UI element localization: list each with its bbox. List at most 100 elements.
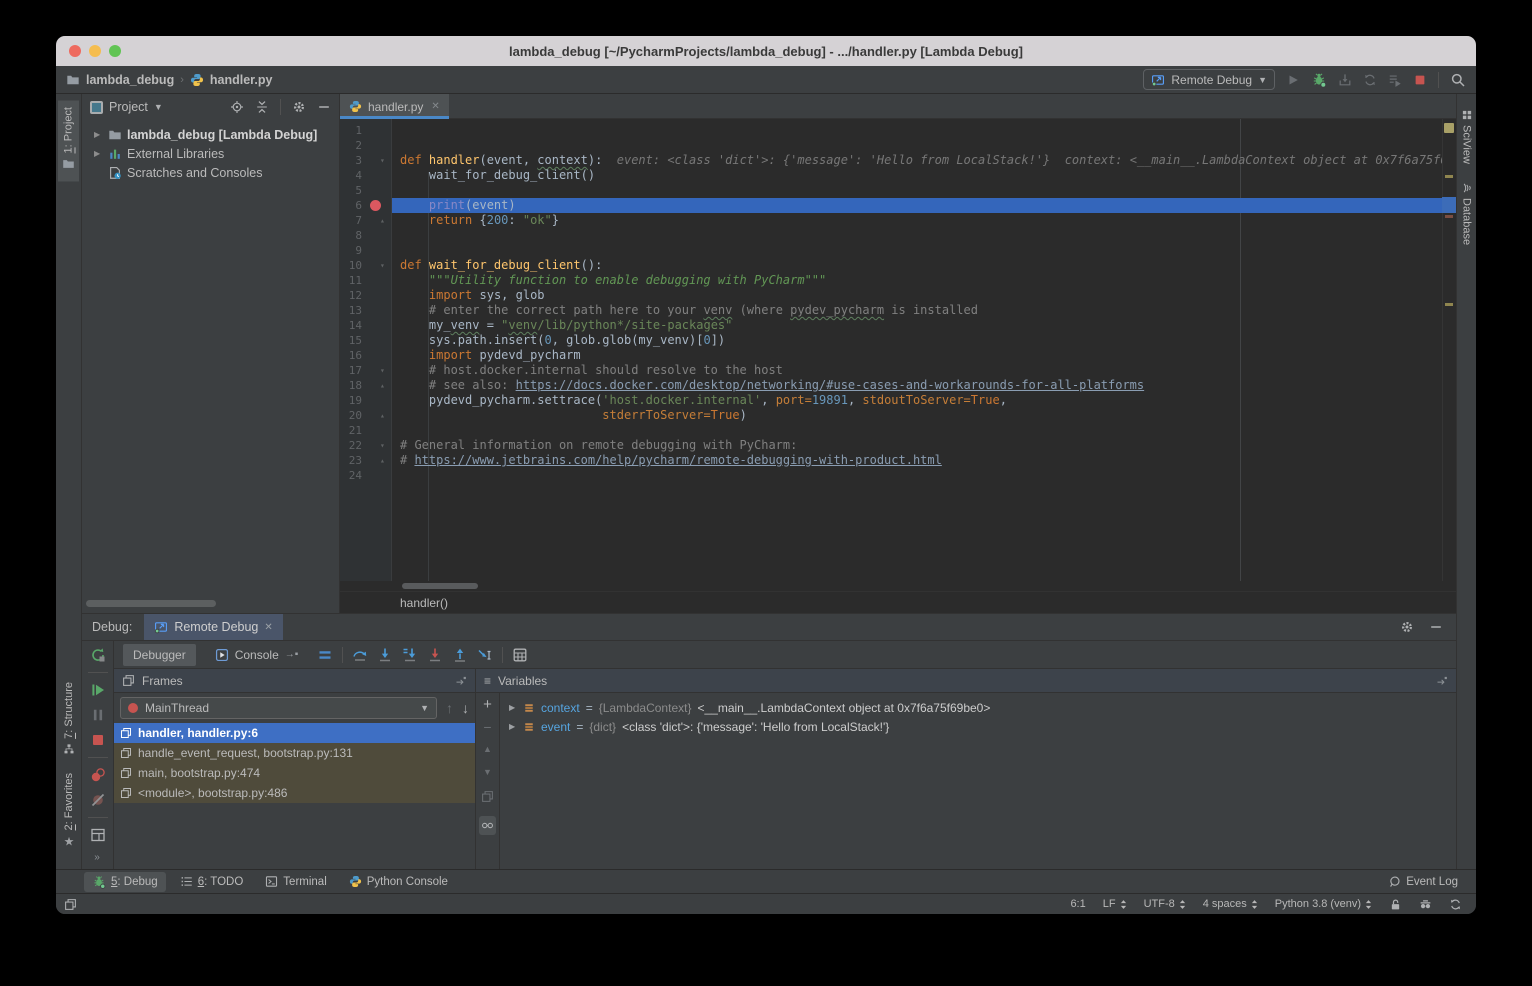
rerun-button[interactable]: [90, 647, 106, 663]
editor-vertical-scrollbar[interactable]: [1442, 119, 1456, 581]
tool-window-button-terminal[interactable]: Terminal: [257, 872, 334, 891]
settings-gear-icon[interactable]: [292, 100, 306, 114]
tool-stripe-sciview[interactable]: SciView: [1457, 98, 1477, 171]
project-panel-title[interactable]: Project: [109, 100, 148, 114]
dracula-mode-icon[interactable]: [1419, 898, 1432, 911]
inspection-indicator[interactable]: [1444, 123, 1454, 133]
expand-arrow-icon[interactable]: ▶: [509, 703, 517, 712]
mute-breakpoints-button[interactable]: [90, 792, 106, 808]
search-everywhere-icon[interactable]: [1450, 72, 1466, 88]
run-config-select[interactable]: Remote Debug ▼: [1143, 69, 1275, 90]
restore-layout-button[interactable]: [90, 827, 106, 843]
breadcrumb-file[interactable]: handler.py: [210, 73, 273, 87]
close-tab-icon[interactable]: ✕: [431, 101, 439, 112]
fold-marker-icon[interactable]: ▾: [380, 363, 385, 378]
tab-debugger[interactable]: Debugger: [123, 644, 196, 666]
move-up-button[interactable]: ▲: [483, 744, 492, 754]
pause-button[interactable]: [90, 707, 106, 723]
tree-item-project-root[interactable]: ▶ lambda_debug [Lambda Debug]: [82, 125, 339, 144]
tool-stripe-database[interactable]: Database: [1457, 171, 1477, 252]
interpreter-widget[interactable]: Python 3.8 (venv): [1275, 898, 1372, 910]
event-log-button[interactable]: Event Log: [1380, 872, 1466, 891]
more-actions-chevron[interactable]: »: [94, 852, 101, 863]
thread-select[interactable]: MainThread ▼: [120, 697, 437, 719]
tree-item-external-libraries[interactable]: ▶ External Libraries: [82, 144, 339, 163]
caret-position-widget[interactable]: 6:1: [1070, 898, 1085, 910]
breadcrumb-project[interactable]: lambda_debug: [86, 73, 174, 87]
tool-window-button-python-console[interactable]: Python Console: [341, 872, 456, 891]
next-frame-button[interactable]: ↓: [462, 700, 469, 716]
variable-row[interactable]: ▶event = {dict} <class 'dict'>: {'messag…: [500, 717, 1456, 736]
step-into-my-code-button[interactable]: [402, 647, 418, 663]
zoom-window-button[interactable]: [109, 45, 121, 57]
tab-console[interactable]: Console →▪: [205, 644, 309, 666]
sync-status-icon[interactable]: [1449, 898, 1462, 911]
run-button[interactable]: [1286, 73, 1300, 87]
fold-marker-icon[interactable]: ▴: [380, 378, 385, 393]
close-window-button[interactable]: [69, 45, 81, 57]
attach-to-process-button[interactable]: [1338, 73, 1352, 87]
minimize-window-button[interactable]: [89, 45, 101, 57]
stack-frame[interactable]: main, bootstrap.py:474: [114, 763, 475, 783]
hide-panel-button[interactable]: [317, 100, 331, 114]
close-session-icon[interactable]: ✕: [264, 622, 272, 633]
locate-file-button[interactable]: [230, 100, 244, 114]
show-execution-point-button[interactable]: [317, 647, 333, 663]
fold-marker-icon[interactable]: ▴: [380, 453, 385, 468]
indent-widget[interactable]: 4 spaces: [1203, 898, 1258, 910]
collapse-all-button[interactable]: [255, 100, 269, 114]
tool-stripe-project[interactable]: 1: Project: [58, 100, 79, 181]
add-watch-button[interactable]: +: [483, 700, 492, 710]
fold-marker-icon[interactable]: ▾: [380, 258, 385, 273]
project-horizontal-scrollbar[interactable]: [86, 600, 216, 607]
step-into-button[interactable]: [377, 647, 393, 663]
chevron-down-icon[interactable]: ▼: [154, 102, 163, 112]
duplicate-watch-button[interactable]: [481, 790, 494, 803]
step-out-button[interactable]: [452, 647, 468, 663]
stack-frame[interactable]: handle_event_request, bootstrap.py:131: [114, 743, 475, 763]
view-breakpoints-button[interactable]: [90, 767, 106, 783]
hide-tool-windows-icon[interactable]: [64, 898, 77, 911]
encoding-widget[interactable]: UTF-8: [1144, 898, 1186, 910]
editor-tab-handler-py[interactable]: handler.py ✕: [340, 94, 449, 119]
pin-icon[interactable]: [455, 675, 467, 687]
pin-icon[interactable]: [1436, 675, 1448, 687]
debug-button[interactable]: [1311, 72, 1327, 88]
remove-watch-button[interactable]: −: [483, 723, 491, 731]
stop-button[interactable]: [1413, 73, 1427, 87]
editor-breadcrumb[interactable]: handler(): [340, 591, 1456, 613]
expand-arrow-icon[interactable]: ▶: [509, 722, 517, 731]
pin-tab-icon[interactable]: →▪: [285, 649, 299, 660]
expand-arrow-icon[interactable]: ▶: [94, 149, 103, 158]
fold-marker-icon[interactable]: ▾: [380, 438, 385, 453]
run-to-cursor-button[interactable]: [477, 647, 493, 663]
show-watches-toggle[interactable]: [479, 816, 496, 835]
debug-session-tab[interactable]: Remote Debug ✕: [144, 614, 282, 640]
line-separator-widget[interactable]: LF: [1103, 898, 1127, 910]
coverage-button[interactable]: [1363, 73, 1377, 87]
move-down-button[interactable]: ▼: [483, 767, 492, 777]
hide-panel-button[interactable]: [1429, 620, 1443, 634]
previous-frame-button[interactable]: ↑: [446, 700, 453, 716]
resume-button[interactable]: [90, 682, 106, 698]
running-list-button[interactable]: [1388, 73, 1402, 87]
breakpoint-dot[interactable]: [370, 200, 381, 211]
expand-arrow-icon[interactable]: ▶: [94, 130, 103, 139]
read-only-lock-icon[interactable]: [1389, 898, 1402, 911]
settings-gear-icon[interactable]: [1400, 620, 1414, 634]
scrollbar-thumb[interactable]: [402, 583, 478, 589]
fold-marker-icon[interactable]: ▴: [380, 408, 385, 423]
code-editor[interactable]: 123▾def handler(event, context): event: …: [340, 119, 1456, 581]
tool-window-button--debug[interactable]: 5: Debug: [84, 872, 166, 892]
variable-row[interactable]: ▶context = {LambdaContext} <__main__.Lam…: [500, 698, 1456, 717]
stack-frame[interactable]: handler, handler.py:6: [114, 723, 475, 743]
evaluate-expression-button[interactable]: [512, 647, 528, 663]
tool-window-button--todo[interactable]: 6: TODO: [172, 872, 252, 891]
tree-item-scratches[interactable]: Scratches and Consoles: [82, 163, 339, 182]
fold-marker-icon[interactable]: ▴: [380, 213, 385, 228]
stop-button[interactable]: [90, 732, 106, 748]
force-step-into-button[interactable]: [427, 647, 443, 663]
stack-frame[interactable]: <module>, bootstrap.py:486: [114, 783, 475, 803]
step-over-button[interactable]: [352, 647, 368, 663]
fold-marker-icon[interactable]: ▾: [380, 153, 385, 168]
